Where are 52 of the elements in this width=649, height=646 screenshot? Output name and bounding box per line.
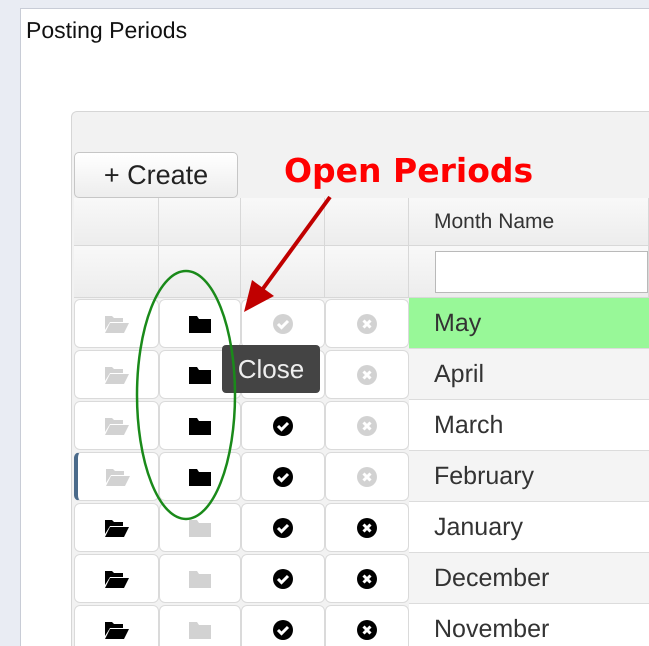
- folder-icon: [188, 466, 212, 486]
- open-button[interactable]: [74, 554, 159, 603]
- folder-icon: [188, 620, 212, 640]
- x-circle-icon: [356, 618, 378, 640]
- folder-icon: [188, 416, 212, 436]
- annotation-text: Open Periods: [284, 151, 534, 190]
- check-circle-icon: [272, 568, 294, 590]
- x-circle-icon: [356, 516, 378, 538]
- approve-button[interactable]: [241, 605, 325, 646]
- check-circle-icon: [272, 516, 294, 538]
- reject-button[interactable]: [325, 605, 409, 646]
- x-circle-icon: [356, 568, 378, 590]
- open-folder-icon: [104, 416, 130, 436]
- check-circle-icon: [272, 414, 294, 436]
- create-button[interactable]: + Create: [74, 152, 238, 198]
- check-circle-icon: [272, 618, 294, 640]
- folder-icon: [188, 568, 212, 588]
- filter-field[interactable]: [435, 250, 648, 292]
- approve-button[interactable]: [241, 503, 325, 552]
- close-button[interactable]: [159, 452, 241, 501]
- x-circle-icon: [356, 414, 378, 436]
- x-circle-icon: [356, 466, 378, 488]
- close-button[interactable]: [159, 299, 241, 348]
- folder-icon: [188, 518, 212, 538]
- open-folder-icon: [104, 364, 130, 384]
- check-circle-icon: [272, 312, 294, 334]
- tooltip: Close: [222, 345, 320, 393]
- approve-button[interactable]: [241, 554, 325, 603]
- open-folder-icon: [104, 568, 130, 588]
- panel-title: Posting Periods: [26, 17, 188, 45]
- open-folder-icon: [104, 518, 130, 538]
- folder-icon: [188, 364, 212, 384]
- x-circle-icon: [356, 312, 378, 334]
- open-folder-icon: [105, 466, 131, 486]
- month-cell[interactable]: November: [409, 604, 649, 646]
- open-folder-icon: [104, 620, 130, 640]
- open-button[interactable]: [74, 605, 159, 646]
- open-folder-icon: [104, 314, 130, 334]
- reject-button[interactable]: [325, 554, 409, 603]
- approve-button[interactable]: [241, 452, 325, 501]
- month-cell[interactable]: January: [409, 502, 649, 553]
- approve-button[interactable]: [241, 299, 325, 348]
- month-cell[interactable]: March: [409, 400, 649, 451]
- month-cell[interactable]: May: [409, 298, 649, 349]
- check-circle-icon: [272, 466, 294, 488]
- folder-icon: [188, 314, 212, 334]
- reject-button[interactable]: [325, 503, 409, 552]
- x-circle-icon: [356, 364, 378, 386]
- open-button[interactable]: [74, 503, 159, 552]
- column-header[interactable]: Month Name: [409, 198, 649, 246]
- approve-button[interactable]: [241, 401, 325, 450]
- close-button[interactable]: [159, 401, 241, 450]
